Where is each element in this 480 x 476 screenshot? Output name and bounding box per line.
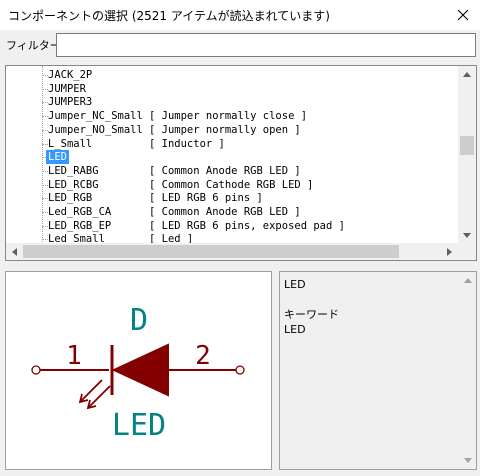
tree-horizontal-scroll-thumb[interactable] [23, 245, 400, 258]
close-button[interactable] [446, 0, 480, 30]
triangle-up-icon [463, 278, 472, 283]
tree-row[interactable]: JUMPER [6, 82, 458, 96]
component-info-panel: LED キーワード LED [279, 271, 477, 470]
pin1-end-circle [31, 365, 41, 375]
reference-label: D [130, 303, 148, 338]
tree-row-name: JACK_2P [48, 69, 93, 81]
tree-row[interactable]: JACK_2P [6, 68, 458, 82]
tree-row-name: LED_RCBG [48, 178, 99, 191]
tree-vertical-scrollbar[interactable] [458, 66, 476, 244]
tree-row-name: LED [46, 150, 69, 165]
symbol-preview: D LED 1 2 [5, 271, 272, 470]
info-scroll-down-button[interactable] [459, 452, 476, 469]
info-keywords-label: キーワード [284, 308, 339, 321]
tree-row-description: [ Common Anode RGB LED ] [149, 206, 301, 218]
tree-row[interactable]: JUMPER3 [6, 95, 458, 109]
triangle-down-icon [463, 233, 471, 238]
tree-row-name: Led_RGB_CA [48, 206, 112, 218]
tree-row[interactable]: LED_RGB [ LED RGB 6 pins ] [6, 191, 458, 205]
pin2-number: 2 [195, 341, 211, 371]
tree-row-name: L_Small [48, 137, 93, 150]
window-title: コンポーネントの選択 (2521 アイテムが読込まれています) [8, 9, 330, 23]
tree-row-description: [ LED RGB 6 pins ] [149, 192, 263, 205]
info-scroll-up-button[interactable] [459, 272, 476, 289]
tree-row-description: [ LED RGB 6 pins, exposed pad ] [149, 219, 345, 232]
info-text: LED キーワード LED [284, 277, 339, 337]
tree-row-name: LED_RABG [48, 164, 99, 177]
close-icon [457, 9, 469, 21]
tree-row[interactable]: L_Small [ Inductor ] [6, 137, 458, 151]
scroll-up-button[interactable] [458, 66, 476, 83]
tree-row-description: [ Common Cathode RGB LED ] [149, 178, 314, 191]
tree-row-name: Jumper_NO_Small [48, 123, 143, 136]
tree-row-description: [ Inductor ] [149, 137, 225, 150]
component-tree[interactable]: JACK_2P JUMPER JUMPER3 Jumper_NC_Small [ Jum… [5, 65, 477, 261]
scroll-left-button[interactable] [6, 243, 23, 260]
info-vertical-scrollbar[interactable] [459, 272, 476, 469]
tree-row[interactable]: Jumper_NO_Small [ Jumper normally open ] [6, 123, 458, 137]
tree-row-description: [ Jumper normally open ] [149, 123, 301, 136]
scrollbar-corner [458, 243, 476, 260]
scroll-right-button[interactable] [441, 243, 458, 260]
tree-row[interactable]: LED [6, 150, 458, 165]
tree-row[interactable]: LED_RABG [ Common Anode RGB LED ] [6, 164, 458, 178]
pin2-end-circle [235, 365, 245, 375]
tree-vertical-scroll-thumb[interactable] [460, 135, 474, 155]
pin1-number: 1 [66, 341, 82, 371]
value-label: LED [112, 408, 166, 443]
info-component-name: LED [284, 278, 306, 291]
tree-row-description: [ Common Anode RGB LED ] [149, 164, 301, 177]
tree-row[interactable]: LED_RGB_EP [ LED RGB 6 pins, exposed pad … [6, 219, 458, 233]
emission-arrows [78, 379, 111, 410]
tree-row[interactable]: Led_RGB_CA [ Common Anode RGB LED ] [6, 205, 458, 219]
triangle-down-icon [463, 458, 472, 463]
scroll-down-button[interactable] [458, 227, 476, 244]
tree-row-description: [ Jumper normally close ] [149, 110, 308, 123]
info-keywords: LED [284, 323, 306, 336]
led-symbol: D LED 1 2 [31, 303, 245, 443]
triangle-up-icon [463, 72, 471, 77]
tree-row-name: Jumper_NC_Small [48, 110, 143, 123]
filter-input[interactable] [56, 33, 476, 57]
triangle-left-icon [12, 247, 17, 256]
triangle-right-icon [447, 247, 452, 256]
tree-row-name: JUMPER3 [48, 96, 93, 109]
tree-row[interactable]: Jumper_NC_Small [ Jumper normally close ] [6, 109, 458, 123]
tree-row-name: LED_RGB [48, 192, 93, 205]
tree-row-name: LED_RGB_EP [48, 219, 112, 232]
tree-horizontal-scrollbar[interactable] [6, 243, 458, 260]
tree-row-name: JUMPER [48, 82, 86, 95]
title-bar: コンポーネントの選択 (2521 アイテムが読込まれています) [0, 0, 480, 30]
tree-rows: JACK_2P JUMPER JUMPER3 Jumper_NC_Small [ Jum… [6, 66, 458, 244]
tree-row[interactable]: LED_RCBG [ Common Cathode RGB LED ] [6, 178, 458, 192]
